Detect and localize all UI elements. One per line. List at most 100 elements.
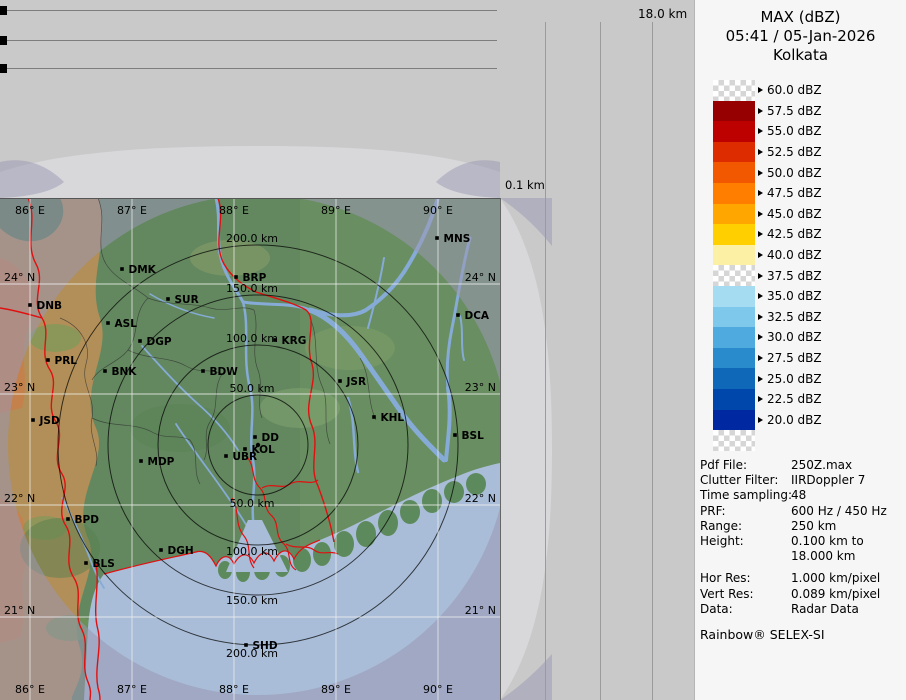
city-label: SUR: [175, 294, 199, 306]
scale-tick-arrow-icon: [758, 314, 763, 320]
info-row: Data:Radar Data: [700, 602, 904, 617]
longitude-label: 90° E: [423, 683, 453, 696]
latitude-label: 24° N: [465, 271, 496, 284]
radar-map-view[interactable]: 86° E86° E87° E87° E88° E88° E89° E89° E…: [0, 198, 500, 700]
city-marker: [253, 435, 257, 439]
scale-tick-arrow-icon: [758, 293, 763, 299]
range-ring-label: 50.0 km: [229, 497, 274, 510]
city-label: DMK: [129, 264, 157, 276]
info-row: PRF:600 Hz / 450 Hz: [700, 504, 904, 519]
city-label: BDW: [210, 366, 239, 378]
city-marker: [234, 275, 238, 279]
scale-row: 25.0 dBZ: [713, 368, 822, 389]
info-row: Pdf File:250Z.max: [700, 458, 904, 473]
city-marker: [28, 303, 32, 307]
scale-tick-arrow-icon: [758, 396, 763, 402]
info-label: Hor Res:: [700, 571, 791, 586]
city-marker: [166, 297, 170, 301]
city-marker: [224, 454, 228, 458]
scale-row: 27.5 dBZ: [713, 348, 822, 369]
city-label: MNS: [444, 233, 471, 245]
latitude-label: 23° N: [4, 381, 35, 394]
scale-tick-arrow-icon: [758, 252, 763, 258]
latitude-label: 24° N: [4, 271, 35, 284]
scale-label: 32.5 dBZ: [767, 310, 822, 324]
city-label: BPD: [75, 514, 100, 526]
scale-label: 52.5 dBZ: [767, 145, 822, 159]
info-row: Range:250 km: [700, 519, 904, 534]
longitude-label: 90° E: [423, 204, 453, 217]
city-marker: [106, 321, 110, 325]
scale-label: 35.0 dBZ: [767, 289, 822, 303]
city-label: KHL: [381, 412, 405, 424]
scale-label: 40.0 dBZ: [767, 248, 822, 262]
city-label: UBR: [233, 451, 258, 463]
top-scale-tick: [0, 36, 7, 45]
range-ring-label: 50.0 km: [229, 382, 274, 395]
scale-row: 52.5 dBZ: [713, 142, 822, 163]
city-marker: [201, 369, 205, 373]
info-label: Height:: [700, 534, 791, 549]
scale-swatch: [713, 162, 755, 183]
scale-tick-arrow-icon: [758, 190, 763, 196]
latitude-label: 21° N: [465, 604, 496, 617]
scale-label: 50.0 dBZ: [767, 166, 822, 180]
scale-swatch: [713, 224, 755, 245]
scale-tick-arrow-icon: [758, 334, 763, 340]
scale-swatch: [713, 245, 755, 266]
top-scale-tick: [0, 6, 7, 15]
scale-row: [713, 430, 822, 451]
info-label: Time sampling:: [700, 488, 791, 503]
info-row: Height:0.100 km to: [700, 534, 904, 549]
info-value: 48: [791, 488, 806, 502]
city-label: SHD: [253, 640, 278, 652]
longitude-label: 87° E: [117, 204, 147, 217]
info-row: Clutter Filter:IIRDoppler 7: [700, 473, 904, 488]
longitude-label: 86° E: [15, 204, 45, 217]
product-info-list: Pdf File:250Z.maxClutter Filter:IIRDoppl…: [700, 458, 904, 617]
info-value: Radar Data: [791, 602, 859, 616]
latitude-label: 22° N: [465, 492, 496, 505]
scale-tick-arrow-icon: [758, 170, 763, 176]
city-marker: [103, 369, 107, 373]
info-value: 0.089 km/pixel: [791, 587, 880, 601]
info-row: Vert Res:0.089 km/pixel: [700, 587, 904, 602]
city-label: BLS: [93, 558, 115, 570]
city-label: KRG: [282, 335, 307, 347]
city-marker: [31, 418, 35, 422]
latitude-label: 23° N: [465, 381, 496, 394]
product-title: MAX (dBZ): [695, 8, 906, 26]
info-value: 600 Hz / 450 Hz: [791, 504, 887, 518]
info-value: 250Z.max: [791, 458, 852, 472]
product-timestamp: 05:41 / 05-Jan-2026: [695, 27, 906, 45]
city-marker: [453, 433, 457, 437]
city-marker: [159, 548, 163, 552]
scale-swatch: [713, 327, 755, 348]
city-label: MDP: [148, 456, 175, 468]
scale-row: 47.5 dBZ: [713, 183, 822, 204]
info-value: 250 km: [791, 519, 836, 533]
scale-tick-arrow-icon: [758, 355, 763, 361]
scale-label: 45.0 dBZ: [767, 207, 822, 221]
scale-swatch: [713, 183, 755, 204]
info-value: 1.000 km/pixel: [791, 571, 880, 585]
scale-row: 32.5 dBZ: [713, 307, 822, 328]
city-marker: [244, 643, 248, 647]
city-label: DGP: [147, 336, 172, 348]
city-marker: [435, 236, 439, 240]
city-marker: [338, 379, 342, 383]
range-ring-label: 150.0 km: [226, 594, 278, 607]
info-label: Range:: [700, 519, 791, 534]
scale-row: 60.0 dBZ: [713, 80, 822, 101]
city-label: BSL: [462, 430, 485, 442]
scale-swatch: [713, 307, 755, 328]
city-label: PRL: [55, 355, 78, 367]
longitude-label: 88° E: [219, 683, 249, 696]
scale-tick-arrow-icon: [758, 231, 763, 237]
scale-label: 37.5 dBZ: [767, 269, 822, 283]
info-label: Pdf File:: [700, 458, 791, 473]
city-marker: [120, 267, 124, 271]
scale-swatch: [713, 121, 755, 142]
city-marker: [139, 459, 143, 463]
scale-swatch: [713, 389, 755, 410]
